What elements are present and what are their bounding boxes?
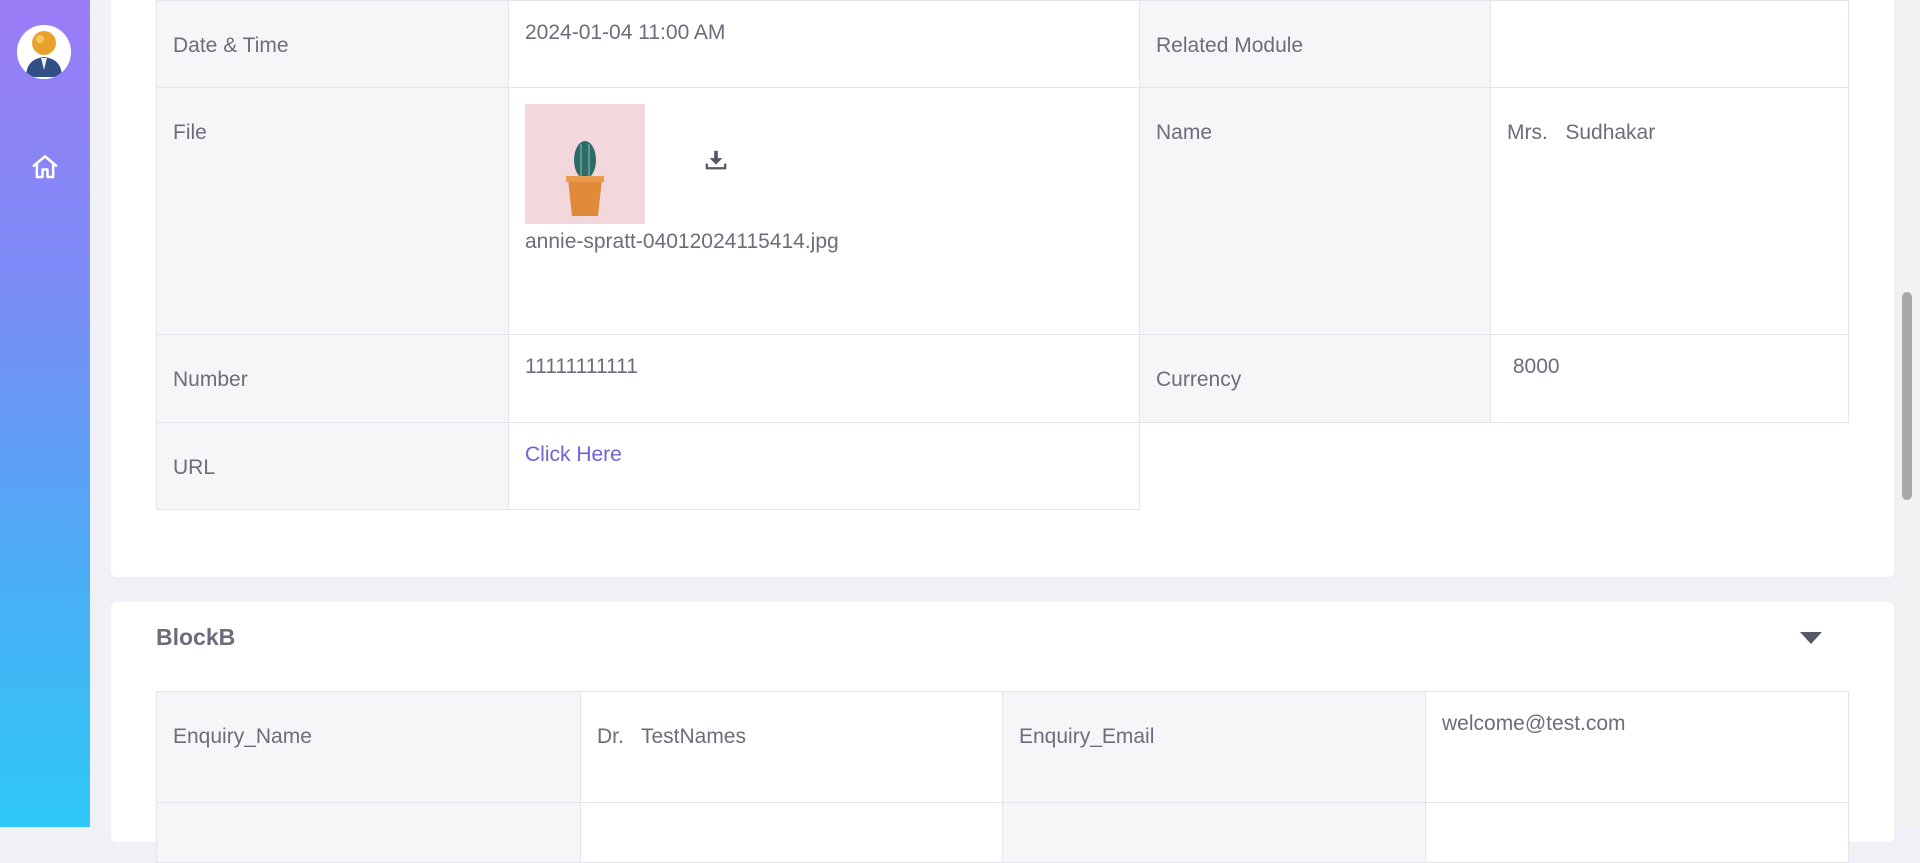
related-module-value: [1490, 0, 1849, 88]
url-value: Click Here: [508, 422, 1140, 510]
table-cell: [580, 802, 1003, 863]
file-value: annie-spratt-04012024115414.jpg: [508, 87, 1140, 335]
field-label: Date & Time: [156, 0, 509, 88]
cactus-image: [525, 104, 645, 224]
field-label: Enquiry_Name: [156, 691, 581, 803]
block-b-card: BlockB Enquiry_Name Dr. TestNames Enquir…: [111, 602, 1894, 863]
field-label: URL: [156, 422, 509, 510]
currency-value: 8000: [1490, 334, 1849, 423]
number-value: 11111111111: [508, 334, 1140, 423]
date-time-value: 2024-01-04 11:00 AM: [508, 0, 1140, 88]
table-row: Enquiry_Name Dr. TestNames Enquiry_Email…: [156, 691, 1849, 803]
field-label: [1002, 802, 1426, 863]
field-label: [156, 802, 581, 863]
click-here-link[interactable]: Click Here: [525, 443, 622, 466]
empty-cell: [1139, 422, 1849, 510]
file-thumbnail[interactable]: [525, 104, 645, 224]
field-label: Currency: [1139, 334, 1491, 423]
home-icon[interactable]: [30, 152, 60, 182]
field-label: Name: [1139, 87, 1491, 335]
file-name: annie-spratt-04012024115414.jpg: [525, 230, 839, 253]
table-row: File annie-spratt-04012024115414.jpg Nam…: [156, 87, 1849, 335]
download-icon[interactable]: [705, 149, 727, 171]
field-label: Related Module: [1139, 0, 1491, 88]
sidebar: [0, 0, 90, 827]
table-row: URL Click Here: [156, 422, 1849, 510]
name-value: Mrs. Sudhakar: [1490, 87, 1849, 335]
enquiry-email-value: welcome@test.com: [1425, 691, 1849, 803]
chevron-down-icon[interactable]: [1800, 632, 1822, 646]
block-b-detail-table: Enquiry_Name Dr. TestNames Enquiry_Email…: [156, 691, 1849, 863]
field-label: Number: [156, 334, 509, 423]
enquiry-name-value: Dr. TestNames: [580, 691, 1003, 803]
table-row: Number 11111111111 Currency 8000: [156, 334, 1849, 423]
block-a-card: Date & Time 2024-01-04 11:00 AM Related …: [111, 0, 1894, 577]
field-label: Enquiry_Email: [1002, 691, 1426, 803]
table-row: Date & Time 2024-01-04 11:00 AM Related …: [156, 0, 1849, 88]
block-a-detail-table: Date & Time 2024-01-04 11:00 AM Related …: [156, 0, 1849, 510]
avatar-icon: [17, 25, 71, 79]
scrollbar-thumb[interactable]: [1902, 292, 1912, 500]
table-cell: [1425, 802, 1849, 863]
block-b-title: BlockB: [156, 624, 236, 650]
page-scrollbar[interactable]: [1894, 0, 1920, 827]
table-row: [156, 802, 1849, 863]
user-avatar[interactable]: [17, 25, 71, 79]
field-label: File: [156, 87, 509, 335]
